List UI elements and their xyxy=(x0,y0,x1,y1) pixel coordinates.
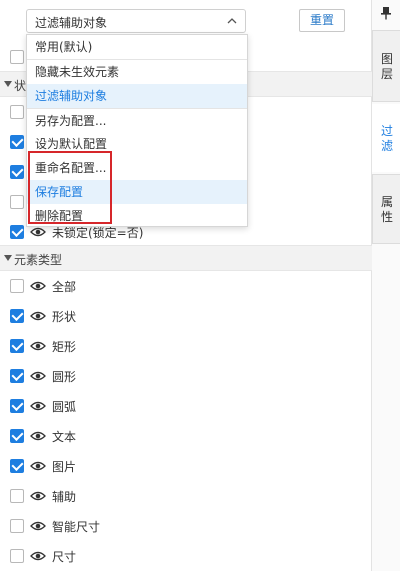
status-section-title: 状 xyxy=(14,79,27,93)
element-types-title: 元素类型 xyxy=(14,253,63,267)
element-type-row-rect[interactable]: 矩形 xyxy=(0,331,372,361)
eye-icon[interactable] xyxy=(30,429,46,443)
eye-icon[interactable] xyxy=(30,279,46,293)
eye-icon[interactable] xyxy=(30,399,46,413)
eye-icon[interactable] xyxy=(30,489,46,503)
element-type-checkbox[interactable] xyxy=(10,279,24,293)
eye-icon[interactable] xyxy=(30,339,46,353)
element-type-checkbox[interactable] xyxy=(10,429,24,443)
element-type-label: 智能尺寸 xyxy=(52,520,101,534)
element-type-label: 全部 xyxy=(52,280,77,294)
status-checkbox[interactable] xyxy=(10,135,24,149)
element-types-header[interactable]: 元素类型 xyxy=(0,245,372,271)
element-type-checkbox[interactable] xyxy=(10,489,24,503)
tab-filter-label: 过滤 xyxy=(380,124,393,153)
element-type-checkbox[interactable] xyxy=(10,309,24,323)
element-type-row-dimension[interactable]: 尺寸 xyxy=(0,541,372,571)
status-checkbox[interactable] xyxy=(10,105,24,119)
pin-icon[interactable] xyxy=(380,6,392,20)
element-type-row-text[interactable]: 文本 xyxy=(0,421,372,451)
collapse-triangle-icon xyxy=(4,81,12,87)
element-type-row-shape[interactable]: 形状 xyxy=(0,301,372,331)
element-type-checkbox[interactable] xyxy=(10,339,24,353)
tab-properties-label: 属性 xyxy=(380,195,393,224)
eye-icon[interactable] xyxy=(30,369,46,383)
element-type-row-image[interactable]: 图片 xyxy=(0,451,372,481)
chevron-up-icon xyxy=(227,18,237,24)
element-type-label: 矩形 xyxy=(52,340,77,354)
status-checkbox[interactable] xyxy=(10,50,24,64)
tab-properties[interactable]: 属性 xyxy=(372,174,400,244)
eye-icon[interactable] xyxy=(30,459,46,473)
eye-icon[interactable] xyxy=(30,549,46,563)
eye-icon[interactable] xyxy=(30,519,46,533)
element-type-checkbox[interactable] xyxy=(10,519,24,533)
element-type-row-all[interactable]: 全部 xyxy=(0,271,372,301)
element-type-checkbox[interactable] xyxy=(10,459,24,473)
element-type-row-arc[interactable]: 圆弧 xyxy=(0,391,372,421)
menu-item-save-config[interactable]: 保存配置 xyxy=(27,180,247,204)
menu-item-save-as[interactable]: 另存为配置... xyxy=(27,109,247,133)
tab-filter[interactable]: 过滤 xyxy=(372,104,400,172)
menu-item-common-default[interactable]: 常用(默认) xyxy=(27,35,247,59)
menu-item-filter-auxiliary[interactable]: 过滤辅助对象 xyxy=(27,84,247,108)
tab-layers[interactable]: 图层 xyxy=(372,30,400,102)
menu-item-delete-config[interactable]: 删除配置 xyxy=(27,204,247,228)
collapse-triangle-icon xyxy=(4,255,12,261)
element-type-checkbox[interactable] xyxy=(10,549,24,563)
reset-button[interactable]: 重置 xyxy=(299,9,345,32)
filter-config-dropdown: 常用(默认) 隐藏未生效元素 过滤辅助对象 另存为配置... 设为默认配置 重命… xyxy=(26,34,248,227)
element-type-row-circle[interactable]: 圆形 xyxy=(0,361,372,391)
element-type-label: 辅助 xyxy=(52,490,77,504)
element-type-label: 形状 xyxy=(52,310,77,324)
status-checkbox[interactable] xyxy=(10,225,24,239)
element-type-row-auxiliary[interactable]: 辅助 xyxy=(0,481,372,511)
menu-item-hide-inactive[interactable]: 隐藏未生效元素 xyxy=(27,60,247,84)
status-checkbox[interactable] xyxy=(10,165,24,179)
tab-layers-label: 图层 xyxy=(380,52,393,81)
element-type-label: 图片 xyxy=(52,460,77,474)
status-checkbox[interactable] xyxy=(10,195,24,209)
element-type-checkbox[interactable] xyxy=(10,369,24,383)
element-type-label: 圆形 xyxy=(52,370,77,384)
element-type-label: 尺寸 xyxy=(52,550,77,564)
menu-item-set-default[interactable]: 设为默认配置 xyxy=(27,132,247,156)
filter-panel: 过滤辅助对象 重置 状 未锁定(锁定=否) 元素类型 全部 形状 矩形 圆形 圆… xyxy=(0,0,372,571)
side-tab-rail: 图层 过滤 属性 xyxy=(372,0,400,571)
eye-icon[interactable] xyxy=(30,309,46,323)
filter-config-select[interactable]: 过滤辅助对象 xyxy=(26,9,246,33)
element-type-label: 圆弧 xyxy=(52,400,77,414)
menu-item-rename[interactable]: 重命名配置... xyxy=(27,156,247,180)
element-type-label: 文本 xyxy=(52,430,77,444)
filter-config-value: 过滤辅助对象 xyxy=(35,16,108,30)
element-type-checkbox[interactable] xyxy=(10,399,24,413)
element-type-row-smart-dimension[interactable]: 智能尺寸 xyxy=(0,511,372,541)
